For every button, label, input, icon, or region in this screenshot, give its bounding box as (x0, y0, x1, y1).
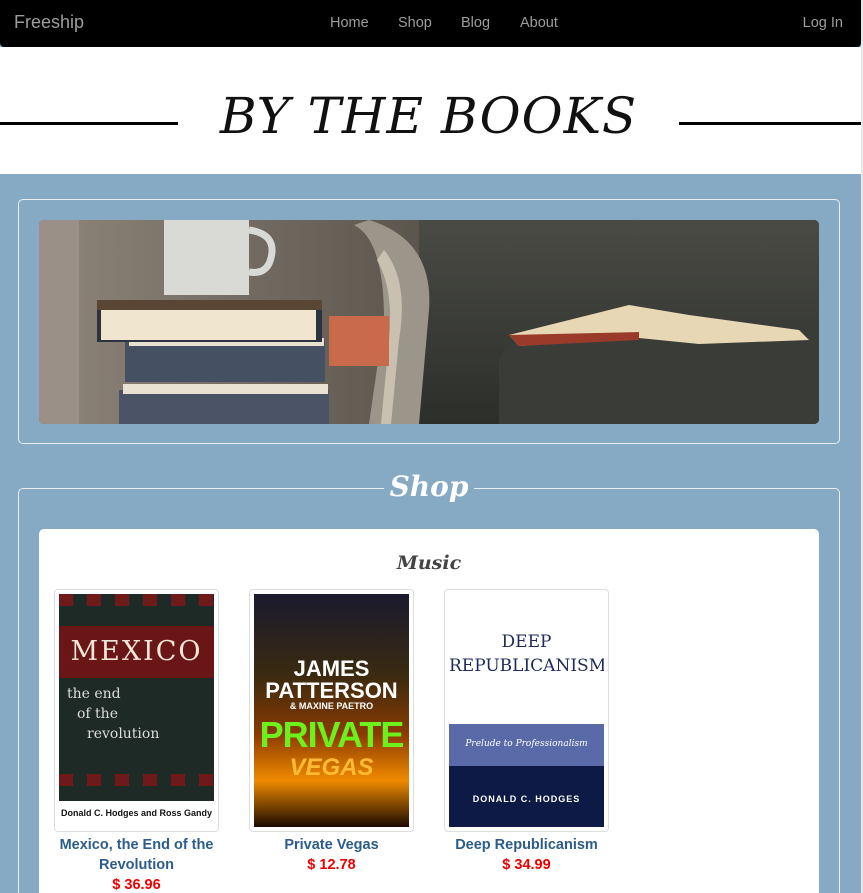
book-price: $ 12.78 (307, 857, 356, 873)
book-price: $ 36.96 (112, 877, 161, 893)
nav-about-link[interactable]: About (520, 15, 558, 31)
title-rule-right (679, 122, 861, 125)
book-cover: JAMES PATTERSON & MAXINE PAETRO PRIVATE … (254, 594, 409, 827)
nav-home-link[interactable]: Home (330, 15, 369, 31)
site-title: BY THE BOOKS (219, 87, 638, 145)
cover-author: JAMES PATTERSON (265, 656, 398, 703)
top-navbar: Freeship Home Shop Blog About Log In (0, 0, 861, 47)
book-thumbnail[interactable]: MEXICO the end of the revolution Donald … (54, 589, 219, 832)
shop-title: Shop (389, 470, 469, 503)
book-thumbnail[interactable]: DEEP REPUBLICANISM Prelude to Profession… (444, 589, 609, 832)
book-card: DEEP REPUBLICANISM Prelude to Profession… (444, 589, 609, 875)
category-title: Music (396, 552, 462, 574)
book-price: $ 34.99 (502, 857, 551, 873)
title-rule-left (0, 122, 178, 125)
shop-content: Music MEXICO the end of the revolution D… (39, 529, 819, 893)
book-title-link[interactable]: Private Vegas (249, 835, 414, 855)
hero-panel (18, 199, 840, 444)
cover-subtitle: Prelude to Professionalism (465, 739, 588, 749)
book-thumbnail[interactable]: JAMES PATTERSON & MAXINE PAETRO PRIVATE … (249, 589, 414, 832)
site-header: BY THE BOOKS (0, 47, 861, 174)
cover-title: DEEP REPUBLICANISM (449, 632, 604, 676)
cover-word1: PRIVATE (259, 714, 405, 755)
nav-blog-link[interactable]: Blog (461, 15, 490, 31)
reading-chair-photo-icon (39, 220, 819, 424)
nav-shop-link[interactable]: Shop (398, 15, 432, 31)
shop-heading: Shop (384, 469, 474, 505)
book-card: JAMES PATTERSON & MAXINE PAETRO PRIVATE … (249, 589, 414, 875)
book-cover: MEXICO the end of the revolution Donald … (59, 594, 214, 827)
hero-image (39, 220, 819, 424)
cover-authors: Donald C. Hodges and Ross Gandy (59, 801, 214, 827)
book-title-link[interactable]: Mexico, the End of the Revolution (54, 835, 219, 875)
cover-subtitle: the end of the revolution (67, 686, 160, 742)
book-cover: DEEP REPUBLICANISM Prelude to Profession… (449, 594, 604, 827)
cover-coauthor: & MAXINE PAETRO (289, 701, 374, 711)
cover-author: DONALD C. HODGES (472, 794, 581, 804)
brand-link[interactable]: Freeship (14, 12, 84, 33)
login-link[interactable]: Log In (803, 15, 843, 31)
book-card: MEXICO the end of the revolution Donald … (54, 589, 219, 893)
cover-headline: MEXICO (70, 636, 203, 667)
book-title-link[interactable]: Deep Republicanism (444, 835, 609, 855)
cover-word2: VEGAS (289, 754, 374, 781)
